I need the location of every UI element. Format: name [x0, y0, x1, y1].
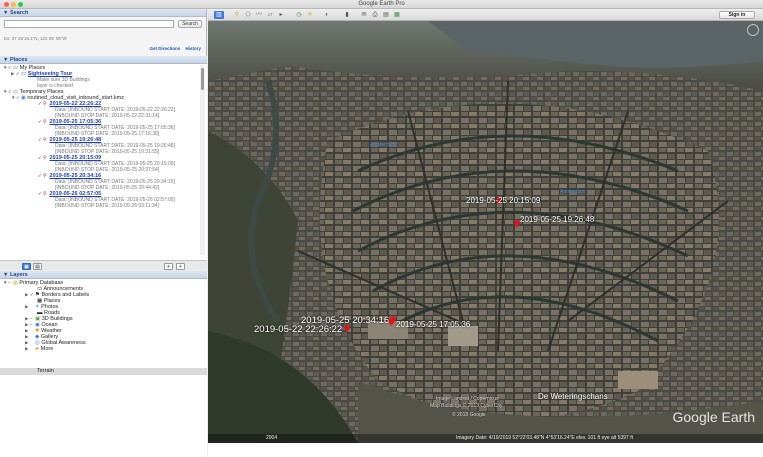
- history-link[interactable]: History: [185, 46, 201, 51]
- compass-icon[interactable]: [747, 24, 759, 36]
- google-earth-watermark: Google Earth: [672, 409, 756, 425]
- search-button[interactable]: Search: [178, 20, 202, 28]
- view-in-maps-icon[interactable]: ▦: [392, 11, 402, 19]
- map-pin-label[interactable]: 2019-05-22 22:26:22: [254, 324, 342, 335]
- folder-icon: ▰: [35, 346, 40, 352]
- map-place-label: Amsterdam: [370, 142, 396, 148]
- places-section-header[interactable]: ▼ Places: [0, 56, 207, 64]
- places-tree: ▼✓▭ My Places ▶ ✓▭ Sightseeing Tour Make …: [0, 65, 200, 209]
- year-readout: 2004: [266, 435, 278, 441]
- email-icon[interactable]: ✉: [359, 11, 369, 19]
- add-folder-button[interactable]: +: [176, 263, 185, 270]
- get-directions-link[interactable]: Get Directions: [149, 46, 180, 51]
- places-footer: ▣ ▤ + +: [0, 260, 207, 271]
- terrain-row[interactable]: Terrain: [0, 368, 207, 375]
- print-icon[interactable]: ⎙: [370, 11, 380, 19]
- scroll-thumb[interactable]: [201, 68, 204, 90]
- map-place-label: De Weteringschans: [538, 392, 608, 401]
- image-overlay-icon[interactable]: ▱: [265, 11, 275, 19]
- add-placemark-icon[interactable]: ⚲: [232, 11, 242, 19]
- map-pin-icon[interactable]: [344, 324, 350, 333]
- collapse-triangle-icon[interactable]: ▶: [25, 346, 30, 352]
- search-input[interactable]: [4, 20, 174, 28]
- map-pin-label[interactable]: 2019-05-25 20:15:09: [466, 196, 540, 205]
- window-title: Google Earth Pro: [358, 1, 405, 7]
- places-scrollbar[interactable]: [200, 65, 205, 255]
- title-bar: Google Earth Pro: [0, 0, 763, 9]
- map-place-label: Amsterdam: [560, 189, 586, 195]
- layers-section-header[interactable]: ▼ Layers: [0, 271, 207, 279]
- ruler-icon[interactable]: ▮: [342, 11, 352, 19]
- record-tour-icon[interactable]: ▸: [276, 11, 286, 19]
- status-bar: 2004 Imagery Date: 4/19/2019 52°22'03.48…: [208, 434, 763, 443]
- add-place-button[interactable]: +: [164, 263, 173, 270]
- imagery-readout: Imagery Date: 4/19/2019 52°22'03.48"N 4°…: [456, 435, 633, 441]
- save-image-icon[interactable]: ▤: [381, 11, 391, 19]
- sidebar: ▼ Search Search Ex: 37 25'19.1"N, 122 05…: [0, 9, 207, 457]
- historical-imagery-icon[interactable]: ◷: [294, 11, 304, 19]
- layer-label: More: [40, 346, 54, 352]
- layers-panel: ▼ Layers ▼– ◍ Primary Database ▭ Announce…: [0, 271, 207, 457]
- map-pin-icon[interactable]: [388, 317, 394, 326]
- planets-icon[interactable]: ◐: [322, 11, 332, 19]
- map-pin-label[interactable]: 2019-05-25 17:05:36: [396, 320, 470, 329]
- search-row: Search: [0, 17, 206, 31]
- add-path-icon[interactable]: 〰: [254, 11, 264, 19]
- window-bottom: [208, 443, 763, 457]
- map-pin-label[interactable]: 2019-05-25 19:26:48: [520, 215, 594, 224]
- search-section-header[interactable]: ▼ Search: [0, 9, 206, 17]
- places-view-button[interactable]: ▣: [22, 263, 31, 270]
- places-panel: ▼ Places ▼✓▭ My Places ▶ ✓▭ Sightseeing T…: [0, 56, 207, 260]
- placemark-data: [INBOUND STOP DATE: 2019-05-26 03:11:34]: [55, 203, 159, 209]
- map-area-label: · · · · ·: [238, 139, 252, 145]
- add-polygon-icon[interactable]: ⬠: [243, 11, 253, 19]
- copyright-text: © 2018 Google: [452, 412, 486, 418]
- toolbar: ▥ ⚲ ⬠ 〰 ▱ ▸ ◷ ☀ ◐ ▮ ✉ ⎙ ▤ ▦ Sign in: [208, 9, 763, 21]
- sign-in-button[interactable]: Sign in: [719, 11, 755, 19]
- places-list-button[interactable]: ▤: [33, 263, 42, 270]
- layer-row[interactable]: ▶ ▰ More: [0, 346, 207, 352]
- map-poi-label: · · · · · · · · · ·: [528, 247, 558, 253]
- aerial-imagery: [208, 21, 763, 443]
- sidebar-toggle-button[interactable]: ▥: [214, 11, 224, 19]
- layers-tree: ▼– ◍ Primary Database ▭ Announcements ▶ ✓⚑…: [0, 280, 207, 352]
- search-links: Get Directions History: [145, 46, 201, 51]
- search-example: Ex: 37 25'19.1"N, 122 05' 06"W: [4, 36, 67, 41]
- map-view[interactable]: Amsterdam Amsterdam · · · · · · · · · · …: [208, 21, 763, 443]
- copyright-text: Map Buildings © 2013 CyberCity: [430, 403, 503, 409]
- sun-icon[interactable]: ☀: [305, 11, 315, 19]
- copyright-text: Image Landsat / Copernicus: [436, 396, 499, 402]
